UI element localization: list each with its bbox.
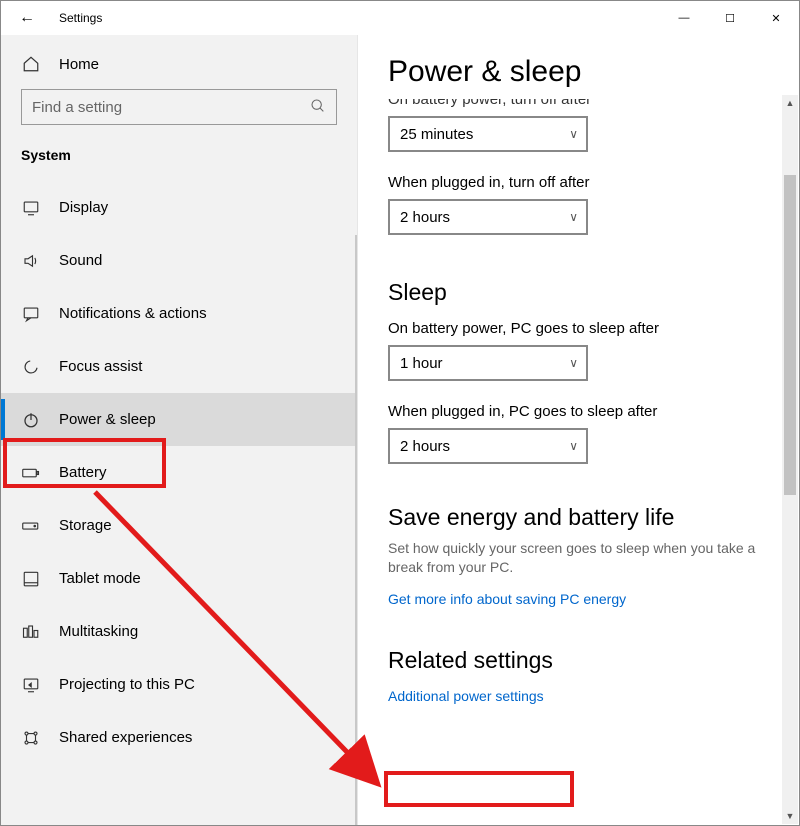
sidebar-item-multitasking[interactable]: Multitasking <box>1 605 357 658</box>
related-heading: Related settings <box>388 647 779 674</box>
maximize-button[interactable]: ☐ <box>707 3 753 33</box>
screen-battery-label: On battery power, turn off after <box>388 91 779 108</box>
sidebar-item-label: Display <box>59 199 108 216</box>
notifications-icon <box>21 305 41 323</box>
sleep-heading: Sleep <box>388 279 779 306</box>
scroll-down-icon[interactable]: ▼ <box>782 808 798 824</box>
chevron-down-icon: ∨ <box>569 210 578 224</box>
sidebar-item-tablet-mode[interactable]: Tablet mode <box>1 552 357 605</box>
screen-plugged-value: 2 hours <box>400 209 450 226</box>
screen-battery-dropdown[interactable]: 25 minutes ∨ <box>388 116 588 152</box>
battery-icon <box>21 464 41 482</box>
search-input[interactable] <box>22 99 300 116</box>
projecting-icon <box>21 676 41 694</box>
display-icon <box>21 199 41 217</box>
content-scrollbar[interactable]: ▲ ▼ <box>782 95 798 824</box>
sidebar-item-sound[interactable]: Sound <box>1 234 357 287</box>
category-label: System <box>1 139 357 181</box>
sidebar-item-label: Sound <box>59 252 102 269</box>
multitasking-icon <box>21 623 41 641</box>
scroll-thumb[interactable] <box>784 175 796 495</box>
shared-experiences-icon <box>21 729 41 747</box>
sidebar-item-label: Focus assist <box>59 358 142 375</box>
storage-icon <box>21 517 41 535</box>
sidebar-item-storage[interactable]: Storage <box>1 499 357 552</box>
sidebar-item-battery[interactable]: Battery <box>1 446 357 499</box>
sidebar-item-label: Projecting to this PC <box>59 676 195 693</box>
screen-plugged-label: When plugged in, turn off after <box>388 174 779 191</box>
save-energy-link[interactable]: Get more info about saving PC energy <box>388 591 626 607</box>
sleep-battery-label: On battery power, PC goes to sleep after <box>388 320 779 337</box>
sleep-plugged-value: 2 hours <box>400 438 450 455</box>
back-button[interactable]: ← <box>15 6 39 30</box>
sidebar-item-label: Battery <box>59 464 107 481</box>
sidebar-item-shared-experiences[interactable]: Shared experiences <box>1 711 357 764</box>
sidebar-item-label: Multitasking <box>59 623 138 640</box>
scroll-up-icon[interactable]: ▲ <box>782 95 798 111</box>
sidebar-item-label: Shared experiences <box>59 729 192 746</box>
save-energy-help: Set how quickly your screen goes to slee… <box>388 539 779 577</box>
screen-plugged-dropdown[interactable]: 2 hours ∨ <box>388 199 588 235</box>
chevron-down-icon: ∨ <box>569 356 578 370</box>
window-title: Settings <box>59 11 661 25</box>
screen-battery-value: 25 minutes <box>400 126 473 143</box>
sleep-battery-dropdown[interactable]: 1 hour ∨ <box>388 345 588 381</box>
power-sleep-icon <box>21 411 41 429</box>
home-icon <box>21 55 41 73</box>
page-title: Power & sleep <box>388 55 779 89</box>
sleep-plugged-label: When plugged in, PC goes to sleep after <box>388 403 779 420</box>
titlebar: ← Settings — ☐ ✕ <box>1 1 799 35</box>
search-icon <box>300 98 336 117</box>
sidebar-item-projecting[interactable]: Projecting to this PC <box>1 658 357 711</box>
minimize-button[interactable]: — <box>661 3 707 33</box>
sidebar-item-label: Notifications & actions <box>59 305 207 322</box>
sidebar-item-label: Tablet mode <box>59 570 141 587</box>
save-energy-heading: Save energy and battery life <box>388 504 779 531</box>
sidebar: Home System Display Sound Notifications & … <box>1 35 358 825</box>
sleep-plugged-dropdown[interactable]: 2 hours ∨ <box>388 428 588 464</box>
sidebar-item-label: Power & sleep <box>59 411 156 428</box>
search-box[interactable] <box>21 89 337 125</box>
tablet-mode-icon <box>21 570 41 588</box>
sleep-battery-value: 1 hour <box>400 355 443 372</box>
sound-icon <box>21 252 41 270</box>
sidebar-item-notifications[interactable]: Notifications & actions <box>1 287 357 340</box>
sidebar-item-display[interactable]: Display <box>1 181 357 234</box>
focus-assist-icon <box>21 358 41 376</box>
additional-power-settings-link[interactable]: Additional power settings <box>388 688 544 704</box>
sidebar-scrollbar[interactable] <box>355 235 357 825</box>
sidebar-item-focus-assist[interactable]: Focus assist <box>1 340 357 393</box>
sidebar-item-label: Storage <box>59 517 112 534</box>
home-label: Home <box>59 56 99 73</box>
sidebar-item-power-sleep[interactable]: Power & sleep <box>1 393 357 446</box>
close-button[interactable]: ✕ <box>753 3 799 33</box>
chevron-down-icon: ∨ <box>569 127 578 141</box>
home-button[interactable]: Home <box>1 45 357 83</box>
content-pane: Power & sleep On battery power, turn off… <box>358 35 799 825</box>
chevron-down-icon: ∨ <box>569 439 578 453</box>
